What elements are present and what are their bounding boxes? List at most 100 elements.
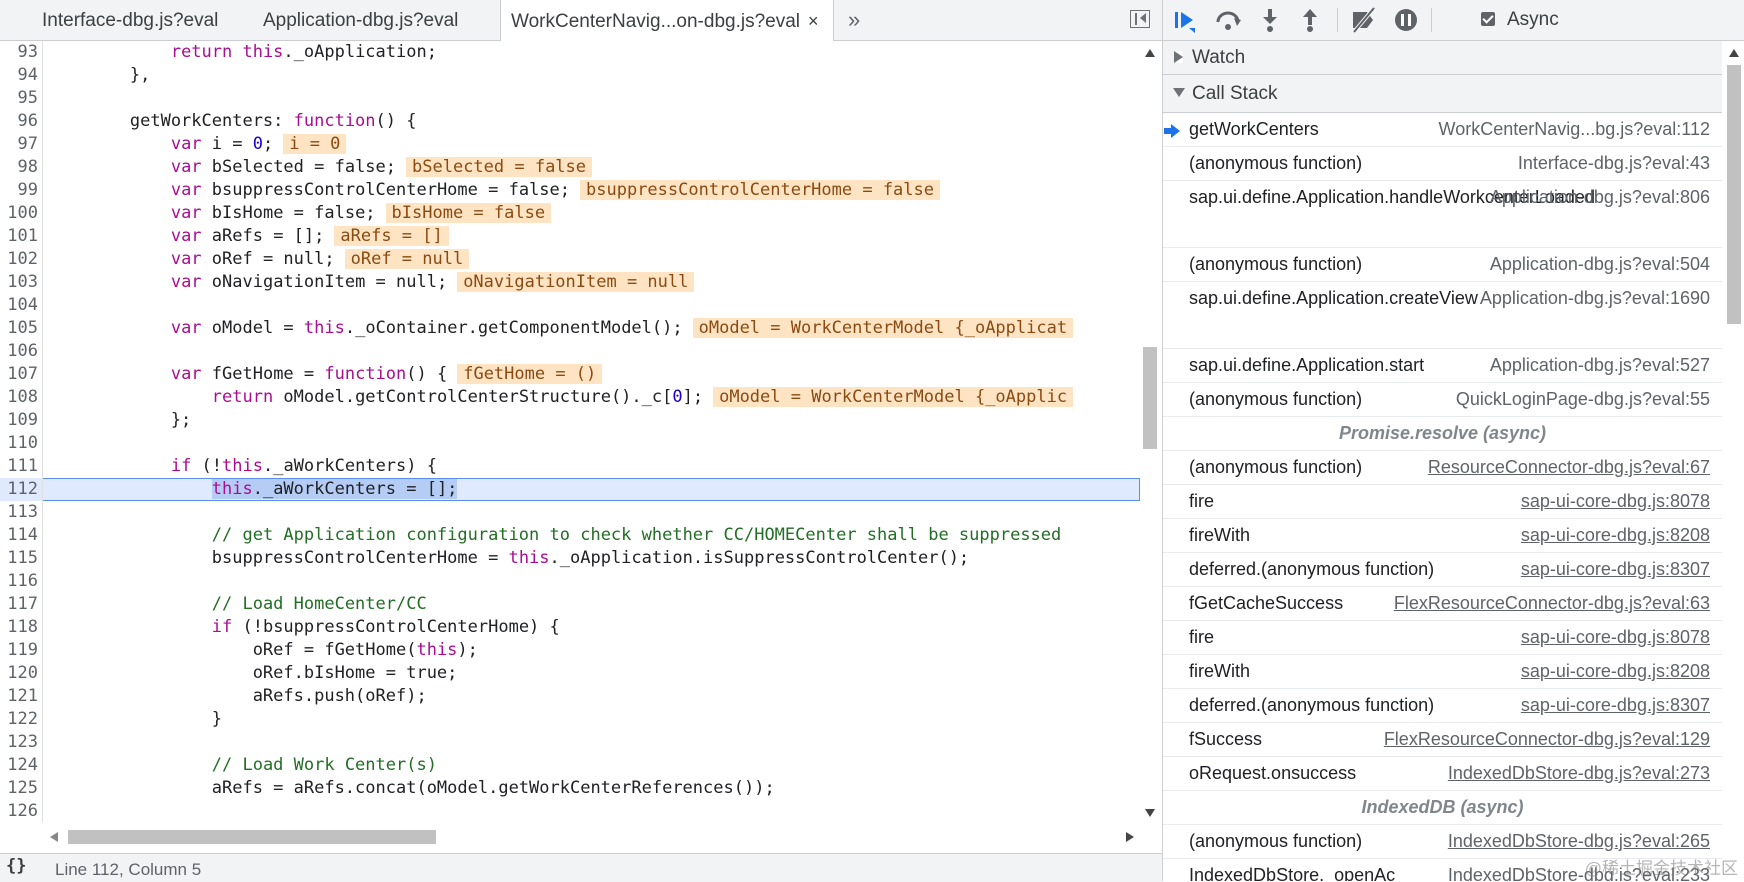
frame-location-link[interactable]: Application-dbg.js?eval:1690	[1480, 287, 1710, 310]
toggle-debugger-sidebar-icon[interactable]	[1130, 10, 1150, 28]
line-number[interactable]: 97	[0, 133, 38, 156]
line-number[interactable]: 126	[0, 800, 38, 823]
deactivate-breakpoints-icon[interactable]	[1349, 6, 1379, 34]
code-line[interactable]: 116	[0, 570, 1140, 593]
pause-on-exceptions-icon[interactable]	[1391, 6, 1421, 34]
code-line[interactable]: 104	[0, 294, 1140, 317]
code-line[interactable]: 108 return oModel.getControlCenterStruct…	[0, 386, 1140, 409]
line-number[interactable]: 101	[0, 225, 38, 248]
line-number[interactable]: 123	[0, 731, 38, 754]
frame-location-link[interactable]: IndexedDbStore-dbg.js?eval:273	[1448, 762, 1710, 785]
line-number[interactable]: 98	[0, 156, 38, 179]
frame-location-link[interactable]: QuickLoginPage-dbg.js?eval:55	[1456, 388, 1710, 411]
call-frame[interactable]: oRequest.onsuccess IndexedDbStore-dbg.js?…	[1163, 757, 1722, 791]
frame-location-link[interactable]: FlexResourceConnector-dbg.js?eval:63	[1394, 592, 1710, 615]
frame-location-link[interactable]: sap-ui-core-dbg.js:8208	[1521, 524, 1710, 547]
line-number[interactable]: 96	[0, 110, 38, 133]
line-number[interactable]: 118	[0, 616, 38, 639]
checkbox-checked-icon[interactable]	[1481, 12, 1495, 26]
pretty-print-icon[interactable]: {}	[6, 856, 26, 876]
step-out-icon[interactable]	[1295, 6, 1325, 34]
async-checkbox[interactable]: Async	[1481, 0, 1559, 40]
line-number[interactable]: 104	[0, 294, 38, 317]
code-line[interactable]: 123	[0, 731, 1140, 754]
line-number[interactable]: 111	[0, 455, 38, 478]
scroll-up-icon[interactable]	[1729, 49, 1739, 57]
scroll-up-icon[interactable]	[1145, 49, 1155, 57]
code-line[interactable]: 102 var oRef = null; oRef = null	[0, 248, 1140, 271]
step-into-icon[interactable]	[1255, 6, 1285, 34]
line-number[interactable]: 109	[0, 409, 38, 432]
code-line[interactable]: 110	[0, 432, 1140, 455]
frame-location-link[interactable]: ResourceConnector-dbg.js?eval:67	[1428, 456, 1710, 479]
call-frame[interactable]: sap.ui.define.Application.handleWorkcent…	[1163, 181, 1722, 248]
code-line[interactable]: 94 },	[0, 64, 1140, 87]
frame-location-link[interactable]: sap-ui-core-dbg.js:8307	[1521, 558, 1710, 581]
frame-location-link[interactable]: sap-ui-core-dbg.js:8078	[1521, 626, 1710, 649]
code-line[interactable]: 122 }	[0, 708, 1140, 731]
code-line[interactable]: 106	[0, 340, 1140, 363]
line-number[interactable]: 102	[0, 248, 38, 271]
code-line[interactable]: 100 var bIsHome = false; bIsHome = false	[0, 202, 1140, 225]
line-number[interactable]: 107	[0, 363, 38, 386]
frame-location-link[interactable]: Application-dbg.js?eval:527	[1490, 354, 1710, 377]
frame-location-link[interactable]: sap-ui-core-dbg.js:8078	[1521, 490, 1710, 513]
line-number[interactable]: 110	[0, 432, 38, 455]
call-frame[interactable]: fire sap-ui-core-dbg.js:8078	[1163, 485, 1722, 519]
frame-location-link[interactable]: sap-ui-core-dbg.js:8208	[1521, 660, 1710, 683]
tab-interface-dbg[interactable]: Interface-dbg.js?eval	[32, 0, 228, 40]
line-number[interactable]: 93	[0, 41, 38, 64]
code-line[interactable]: 93 return this._oApplication;	[0, 41, 1140, 64]
line-number[interactable]: 99	[0, 179, 38, 202]
frame-location-link[interactable]: sap-ui-core-dbg.js:8307	[1521, 694, 1710, 717]
step-over-icon[interactable]	[1213, 6, 1243, 34]
tab-workcenter-navigation[interactable]: WorkCenterNavig...on-dbg.js?eval ×	[500, 0, 834, 41]
call-frame[interactable]: deferred.(anonymous function) sap-ui-core…	[1163, 689, 1722, 723]
line-number[interactable]: 100	[0, 202, 38, 225]
scroll-right-icon[interactable]	[1126, 832, 1134, 842]
more-tabs-icon[interactable]: »	[848, 0, 860, 40]
call-frame[interactable]: fGetCacheSuccess FlexResourceConnector-db…	[1163, 587, 1722, 621]
line-number[interactable]: 113	[0, 501, 38, 524]
frame-location-link[interactable]: Application-dbg.js?eval:504	[1490, 253, 1710, 276]
call-frame[interactable]: (anonymous function) Application-dbg.js?e…	[1163, 248, 1722, 282]
line-number[interactable]: 94	[0, 64, 38, 87]
sidebar-vertical-scrollbar[interactable]	[1724, 41, 1744, 881]
scroll-left-icon[interactable]	[50, 832, 58, 842]
code-line[interactable]: 109 };	[0, 409, 1140, 432]
code-line[interactable]: 125 aRefs = aRefs.concat(oModel.getWorkC…	[0, 777, 1140, 800]
code-line[interactable]: 103 var oNavigationItem = null; oNavigati…	[0, 271, 1140, 294]
line-number[interactable]: 95	[0, 87, 38, 110]
line-number[interactable]: 116	[0, 570, 38, 593]
scrollbar-thumb[interactable]	[68, 830, 436, 844]
code-line[interactable]: 115 bsuppressControlCenterHome = this._o…	[0, 547, 1140, 570]
code-line[interactable]: 105 var oModel = this._oContainer.getCom…	[0, 317, 1140, 340]
line-number[interactable]: 119	[0, 639, 38, 662]
code-line[interactable]: 120 oRef.bIsHome = true;	[0, 662, 1140, 685]
line-number[interactable]: 117	[0, 593, 38, 616]
code-line[interactable]: 113	[0, 501, 1140, 524]
scrollbar-thumb[interactable]	[1727, 65, 1741, 324]
code-line[interactable]: 111 if (!this._aWorkCenters) {	[0, 455, 1140, 478]
code-line[interactable]: 95	[0, 87, 1140, 110]
frame-location-link[interactable]: FlexResourceConnector-dbg.js?eval:129	[1384, 728, 1710, 751]
code-line[interactable]: 99 var bsuppressControlCenterHome = fals…	[0, 179, 1140, 202]
call-frame[interactable]: sap.ui.define.Application.createView Appl…	[1163, 282, 1722, 349]
frame-location-link[interactable]: IndexedDbStore-dbg.js?eval:265	[1448, 830, 1710, 853]
call-frame[interactable]: fSuccess FlexResourceConnector-dbg.js?eva…	[1163, 723, 1722, 757]
code-line[interactable]: 98 var bSelected = false; bSelected = fal…	[0, 156, 1140, 179]
frame-location-link[interactable]: Application-dbg.js?eval:806	[1490, 186, 1710, 209]
editor-horizontal-scrollbar[interactable]	[42, 827, 1140, 847]
line-number[interactable]: 105	[0, 317, 38, 340]
call-frame-current[interactable]: getWorkCenters WorkCenterNavig...bg.js?ev…	[1163, 113, 1722, 147]
code-line[interactable]: 119 oRef = fGetHome(this);	[0, 639, 1140, 662]
scrollbar-thumb[interactable]	[1143, 347, 1157, 449]
line-number[interactable]: 115	[0, 547, 38, 570]
call-frame[interactable]: (anonymous function) Interface-dbg.js?eva…	[1163, 147, 1722, 181]
code-line[interactable]: 117 // Load HomeCenter/CC	[0, 593, 1140, 616]
code-line[interactable]: 126	[0, 800, 1140, 823]
code-line[interactable]: 114 // get Application configuration to …	[0, 524, 1140, 547]
code-line[interactable]: 124 // Load Work Center(s)	[0, 754, 1140, 777]
code-editor[interactable]: 93 return this._oApplication; 94 }, 95 96 g…	[0, 41, 1140, 823]
call-frame[interactable]: fireWith sap-ui-core-dbg.js:8208	[1163, 655, 1722, 689]
